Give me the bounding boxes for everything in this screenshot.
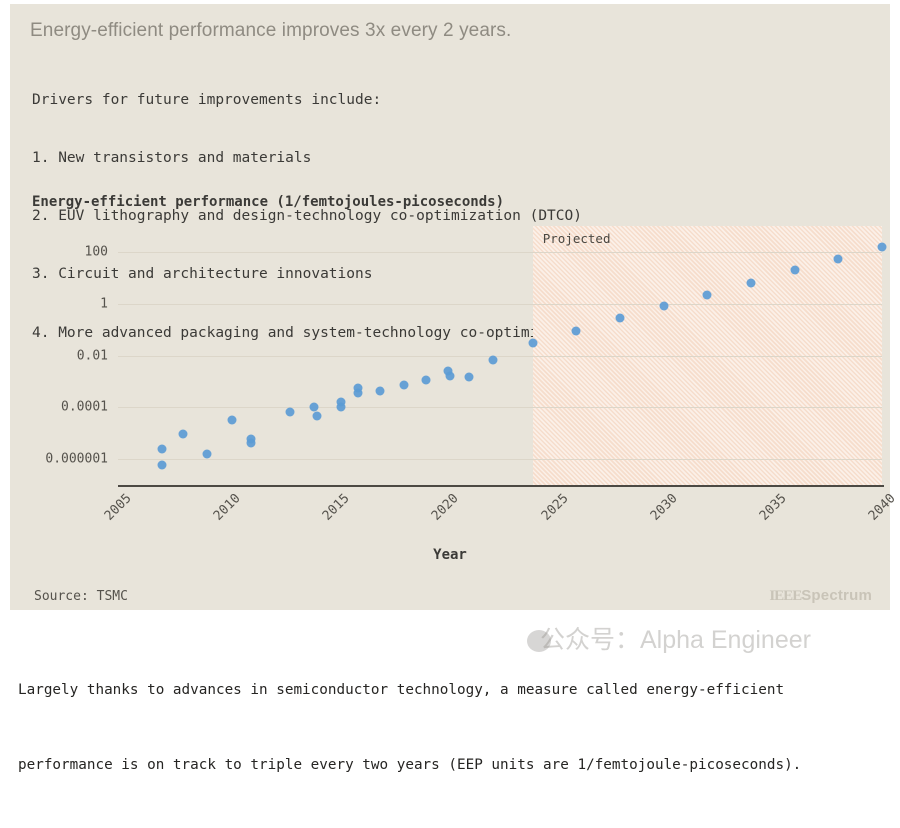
- projected-label: Projected: [542, 231, 611, 246]
- x-axis-line: [118, 485, 884, 487]
- data-point: [353, 388, 363, 398]
- data-point: [399, 380, 409, 390]
- ieee-spectrum-logo: IEEESpectrum: [769, 587, 872, 605]
- chart-plot-area: Projected 100 1 0.01 0.0001 0.000001: [45, 226, 887, 485]
- y-gridline: [118, 459, 882, 461]
- data-point: [702, 290, 712, 300]
- data-point: [312, 411, 322, 421]
- data-point: [659, 301, 669, 311]
- data-point: [285, 407, 295, 417]
- x-axis-tick-label: 2025: [538, 491, 572, 524]
- data-point: [375, 386, 385, 396]
- y-axis-tick-label: 0.000001: [45, 451, 108, 467]
- data-point: [336, 402, 346, 412]
- data-point: [571, 326, 581, 336]
- caption-line-1: performance is on track to triple every …: [18, 757, 802, 773]
- x-axis-tick-label: 2005: [101, 491, 135, 524]
- drivers-line-2: 2. EUV lithography and design-technology…: [32, 208, 582, 225]
- data-point: [157, 460, 167, 470]
- data-point: [615, 313, 625, 323]
- figure-caption: Largely thanks to advances in semiconduc…: [18, 628, 878, 828]
- screenshot-root: Energy-efficient performance improves 3x…: [0, 0, 900, 773]
- x-axis-tick-label: 2020: [429, 491, 463, 524]
- data-point: [178, 429, 188, 439]
- drivers-line-1: 1. New transistors and materials: [32, 150, 312, 167]
- ieee-mark: IEEE: [769, 588, 802, 604]
- watermark-avatar-icon: [527, 630, 551, 652]
- data-point: [445, 371, 455, 381]
- data-point: [309, 402, 319, 412]
- data-point: [746, 278, 756, 288]
- spectrum-wordmark: Spectrum: [801, 587, 872, 604]
- x-axis-tick-label: 2040: [865, 491, 899, 524]
- data-point: [421, 375, 431, 385]
- y-axis-tick-label: 1: [100, 296, 108, 312]
- x-axis-title: Year: [433, 547, 467, 563]
- data-point: [246, 438, 256, 448]
- drivers-line-0: Drivers for future improvements include:: [32, 91, 382, 108]
- infographic-card: Energy-efficient performance improves 3x…: [10, 4, 899, 610]
- data-point: [227, 415, 236, 425]
- caption-line-0: Largely thanks to advances in semiconduc…: [18, 682, 785, 698]
- data-point: [833, 254, 843, 264]
- y-gridline: [118, 303, 882, 305]
- data-point: [464, 372, 474, 382]
- chart-title: Energy-efficient performance (1/femtojou…: [32, 194, 505, 210]
- data-point: [790, 265, 800, 275]
- data-point: [877, 242, 887, 252]
- y-axis-tick-label: 0.0001: [61, 399, 108, 415]
- x-axis-tick-label: 2015: [320, 491, 353, 524]
- page-title: Energy-efficient performance improves 3x…: [30, 20, 512, 41]
- x-axis-tick-label: 2030: [647, 491, 681, 524]
- y-gridline: [118, 407, 882, 409]
- data-point: [202, 449, 212, 459]
- x-axis-tick-label: 2010: [210, 491, 244, 524]
- source-label: Source: TSMC: [34, 589, 128, 604]
- y-axis-tick-label: 0.01: [76, 348, 108, 363]
- data-point: [528, 338, 538, 348]
- y-gridline: [118, 355, 882, 357]
- y-axis-tick-label: 100: [84, 244, 108, 260]
- y-gridline: [118, 251, 882, 253]
- data-point: [488, 355, 498, 365]
- data-point: [157, 444, 167, 454]
- x-axis-tick-label: 2035: [756, 491, 790, 524]
